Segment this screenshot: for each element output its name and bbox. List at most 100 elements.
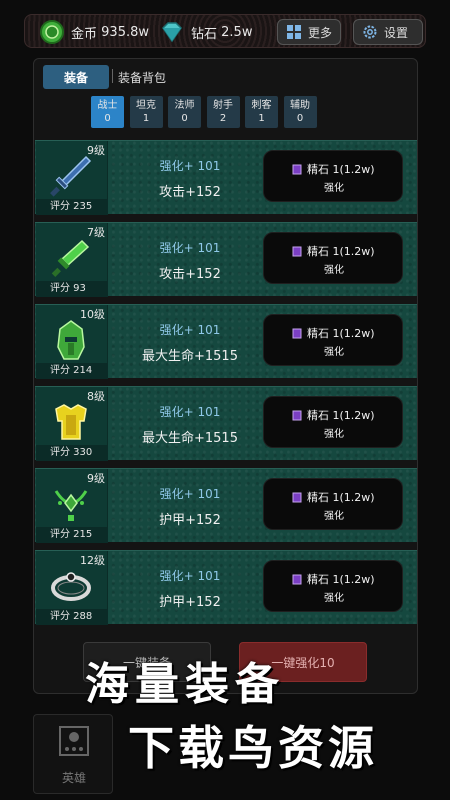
equipment-row: 12级 评分 288 强化+ 101 护甲+152 精石 1(1.2w) 强化: [35, 550, 417, 625]
class-tab-mage[interactable]: 法师 0: [168, 96, 201, 128]
grid-icon: [287, 25, 301, 39]
helmet-icon: [57, 320, 85, 360]
enhance-level: 强化+ 101: [159, 405, 221, 419]
gold-counter: 金币 935.8w: [39, 19, 149, 45]
item-score: 评分 330: [36, 445, 108, 461]
item-score: 评分 235: [36, 199, 108, 215]
watermark-line-1: 海量装备: [85, 659, 285, 710]
dagger-icon: [51, 239, 90, 277]
class-filter: 战士 0 坦克 1 法师 0 射手 2 刺客 1 辅助 0: [91, 96, 322, 128]
enhance-level: 强化+ 101: [159, 569, 221, 583]
gem-icon: [292, 574, 302, 584]
gem-icon: [292, 410, 302, 420]
class-count: 0: [104, 113, 111, 124]
enhance-cost: 精石 1(1.2w): [292, 571, 375, 587]
gold-coin-icon: [40, 20, 64, 44]
enhance-level: 强化+ 101: [159, 159, 221, 173]
class-tab-support[interactable]: 辅助 0: [283, 96, 317, 128]
nav-hero-label: 英雄: [61, 771, 86, 785]
diamond-counter: 钻石 2.5w: [159, 19, 252, 45]
item-stat: 护甲+152: [159, 595, 221, 610]
class-name: 射手: [213, 99, 233, 111]
equipment-row: 9级 评分 215 强化+ 101 护甲+152 精石 1(1.2w) 强化: [35, 468, 417, 543]
diamond-label: 钻石: [191, 26, 218, 42]
class-count: 1: [142, 113, 150, 124]
enhance-label: 强化: [324, 593, 344, 604]
item-stat: 攻击+152: [159, 185, 221, 200]
diamond-value: 2.5w: [221, 24, 253, 40]
nav-hero[interactable]: 英雄: [33, 714, 113, 794]
class-name: 法师: [174, 99, 195, 111]
class-count: 1: [258, 113, 265, 124]
gem-icon: [292, 164, 302, 174]
equipment-row: 7级 评分 93 强化+ 101 攻击+152 精石 1(1.2w) 强化: [35, 222, 417, 297]
enhance-button[interactable]: 精石 1(1.2w) 强化: [263, 560, 403, 612]
enhance-cost-text: 精石 1(1.2w): [307, 491, 375, 504]
settings-label: 设置: [384, 25, 409, 40]
class-name: 坦克: [136, 99, 156, 111]
item-slot[interactable]: 12级 评分 288: [36, 551, 108, 625]
equipment-row: 10级 评分 214 强化+ 101 最大生命+1515 精石 1(1.2w) …: [35, 304, 417, 379]
enhance-level: 强化+ 101: [159, 241, 221, 255]
tab-divider: [112, 69, 113, 83]
class-count: 0: [296, 113, 304, 124]
enhance-label: 强化: [324, 429, 344, 440]
item-slot[interactable]: 9级 评分 235: [36, 141, 108, 215]
tab-equipment[interactable]: 装备: [43, 65, 109, 89]
top-resource-bar: 金币 935.8w 钻石 2.5w 更多 设置: [24, 14, 426, 48]
class-tab-tank[interactable]: 坦克 1: [129, 96, 163, 128]
class-tab-archer[interactable]: 射手 2: [206, 96, 240, 128]
class-tab-warrior[interactable]: 战士 0: [91, 96, 124, 128]
item-slot[interactable]: 8级 评分 330: [36, 387, 108, 461]
item-slot[interactable]: 7级 评分 93: [36, 223, 108, 297]
enhance-level: 强化+ 101: [159, 323, 221, 337]
gem-icon: [292, 328, 302, 338]
enhance-button[interactable]: 精石 1(1.2w) 强化: [263, 232, 403, 284]
item-score: 评分 288: [36, 609, 108, 625]
settings-button[interactable]: 设置: [353, 19, 423, 45]
enhance-level: 强化+ 101: [159, 487, 221, 501]
ring-icon: [51, 572, 91, 601]
enhance-cost: 精石 1(1.2w): [292, 407, 375, 423]
item-slot[interactable]: 9级 评分 215: [36, 469, 108, 543]
equipment-row: 9级 评分 235 强化+ 101 攻击+152 精石 1(1.2w) 强化: [35, 140, 417, 215]
enhance-cost: 精石 1(1.2w): [292, 489, 375, 505]
enhance-button[interactable]: 精石 1(1.2w) 强化: [263, 314, 403, 366]
class-count: 2: [219, 113, 227, 124]
item-slot[interactable]: 10级 评分 214: [36, 305, 108, 379]
enhance-label: 强化: [324, 183, 344, 194]
sword-icon: [50, 155, 92, 197]
tab-equipment-bag[interactable]: 装备背包: [118, 65, 166, 89]
item-score: 评分 93: [36, 281, 108, 297]
enhance-button[interactable]: 精石 1(1.2w) 强化: [263, 396, 403, 448]
enhance-cost-text: 精石 1(1.2w): [307, 409, 375, 422]
more-button[interactable]: 更多: [277, 19, 341, 45]
item-stat: 攻击+152: [159, 267, 221, 282]
class-tab-assassin[interactable]: 刺客 1: [245, 96, 278, 128]
enhance-label: 强化: [324, 511, 344, 522]
enhance-button[interactable]: 精石 1(1.2w) 强化: [263, 150, 403, 202]
item-stat: 护甲+152: [159, 513, 221, 528]
enhance-cost-text: 精石 1(1.2w): [307, 245, 375, 258]
item-score: 评分 215: [36, 527, 108, 543]
diamond-icon: [162, 22, 182, 43]
enhance-button[interactable]: 精石 1(1.2w) 强化: [263, 478, 403, 530]
gem-icon: [292, 246, 302, 256]
item-score: 评分 214: [36, 363, 108, 379]
gem-icon: [292, 492, 302, 502]
enhance-label: 强化: [324, 347, 344, 358]
equipment-panel: 装备 装备背包 战士 0 坦克 1 法师 0 射手 2 刺客 1 辅助 0 9级…: [33, 58, 418, 694]
watermark-line-2: 下载鸟资源: [128, 721, 378, 775]
enhance-cost: 精石 1(1.2w): [292, 161, 375, 177]
enhance-label: 强化: [324, 265, 344, 276]
item-stat: 最大生命+1515: [142, 349, 238, 364]
class-count: 0: [181, 113, 188, 124]
enhance-cost-text: 精石 1(1.2w): [307, 573, 375, 586]
class-name: 辅助: [290, 99, 310, 111]
hero-icon: [59, 726, 89, 756]
amulet-icon: [54, 490, 88, 521]
equipment-row: 8级 评分 330 强化+ 101 最大生命+1515 精石 1(1.2w) 强…: [35, 386, 417, 461]
enhance-cost: 精石 1(1.2w): [292, 325, 375, 341]
armor-icon: [55, 404, 87, 440]
gear-icon: [363, 25, 377, 39]
